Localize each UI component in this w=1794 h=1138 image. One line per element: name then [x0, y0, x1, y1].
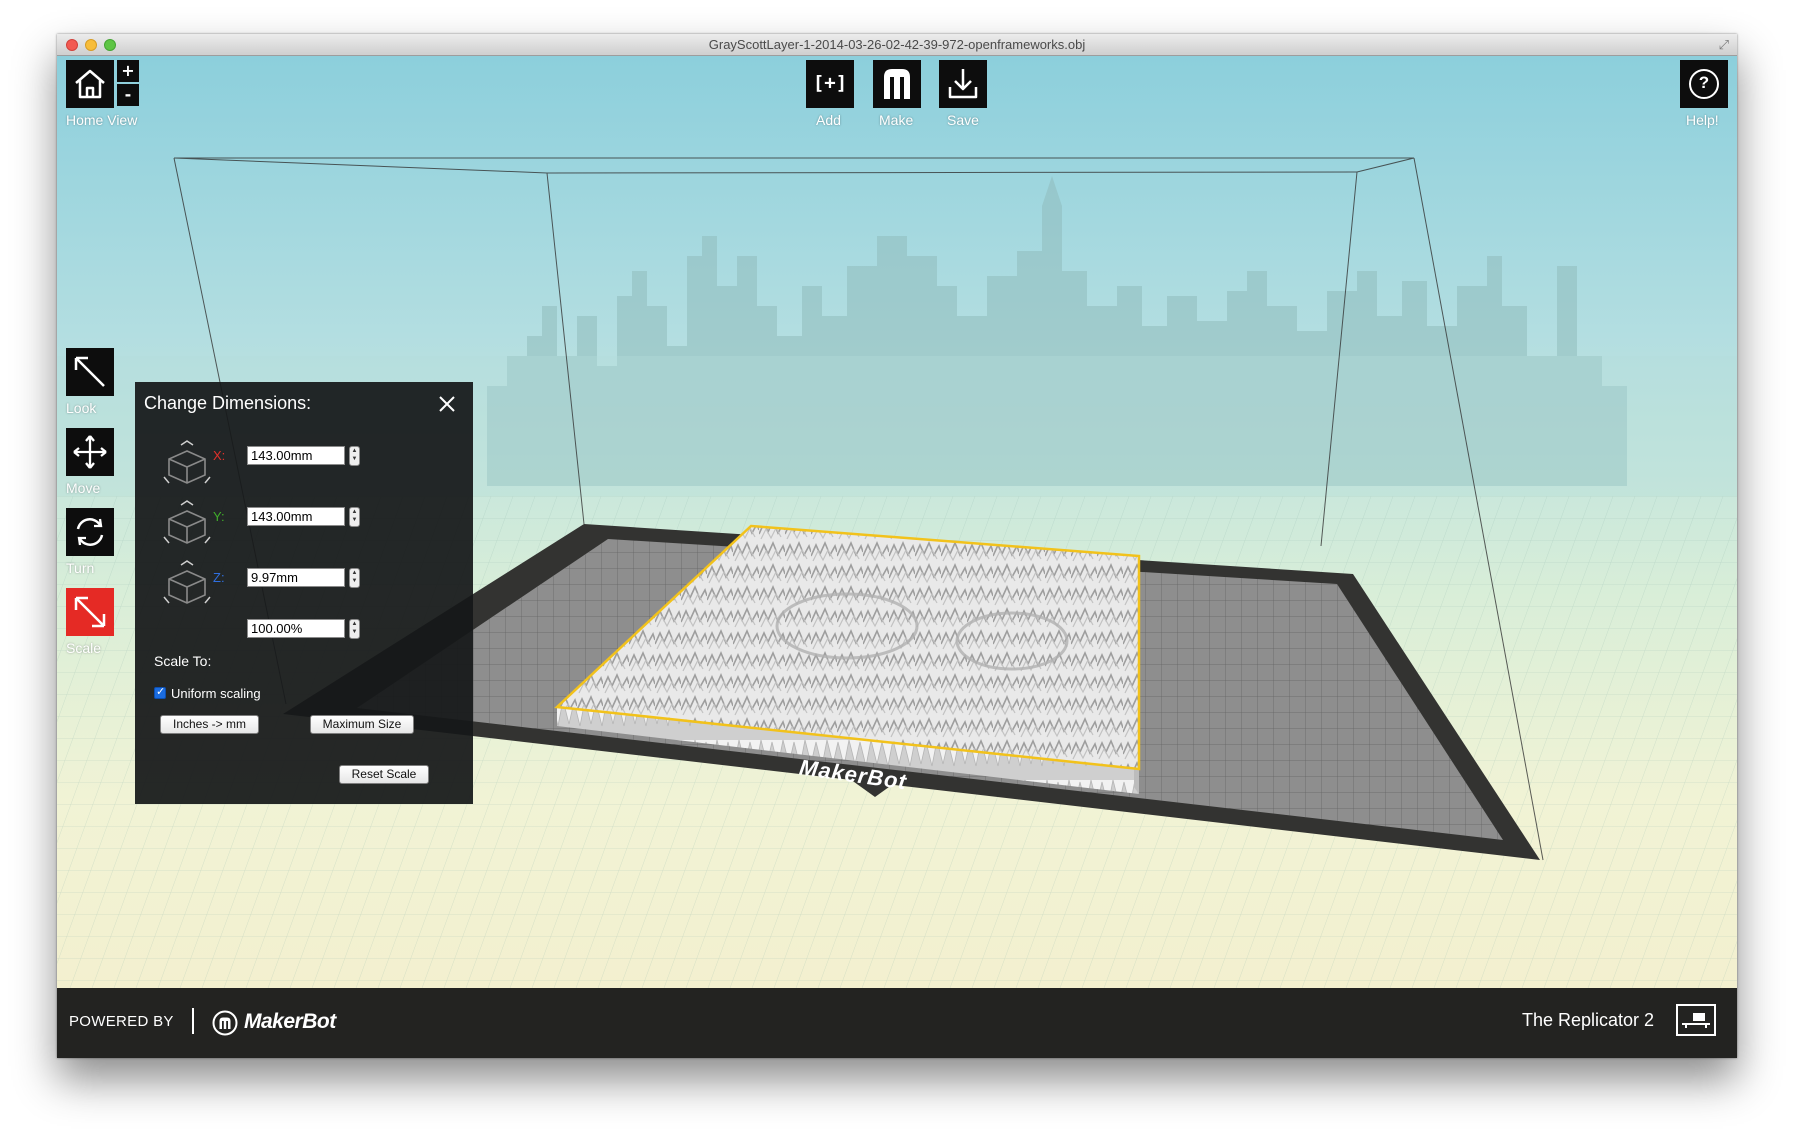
home-view-button[interactable]: [66, 60, 114, 108]
window-title: GrayScottLayer-1-2014-03-26-02-42-39-972…: [708, 37, 1086, 52]
uniform-scaling-label: Uniform scaling: [171, 686, 261, 701]
move-tool-button[interactable]: [66, 428, 114, 476]
look-arrow-icon: [74, 356, 105, 387]
add-icon: [+]: [812, 72, 848, 94]
add-button[interactable]: [+]: [806, 60, 854, 108]
x-dimension-cube-icon: [163, 440, 211, 484]
reset-scale-button[interactable]: Reset Scale: [339, 765, 429, 784]
scale-to-label: Scale To:: [154, 653, 212, 669]
move-cross-icon: [73, 435, 107, 469]
look-tool-label: Look: [66, 400, 97, 416]
home-icon: [75, 69, 105, 99]
help-button[interactable]: ?: [1680, 60, 1728, 108]
inches-to-mm-button[interactable]: Inches -> mm: [160, 715, 259, 734]
make-button[interactable]: [873, 60, 921, 108]
checkmark-icon: ✓: [156, 686, 166, 698]
turn-tool-button[interactable]: [66, 508, 114, 556]
x-dimension-input[interactable]: 143.00mm: [247, 446, 345, 465]
printer-icon[interactable]: [1676, 1004, 1716, 1036]
z-dimension-input[interactable]: 9.97mm: [247, 568, 345, 587]
make-label: Make: [879, 112, 914, 128]
help-label: Help!: [1686, 112, 1719, 128]
home-view-label: Home View: [66, 112, 138, 128]
panel-title: Change Dimensions:: [144, 393, 312, 413]
z-dimension-stepper[interactable]: ▲ ▼: [349, 568, 360, 588]
uniform-scaling-checkbox[interactable]: ✓: [154, 686, 166, 699]
x-axis-label: X:: [213, 448, 226, 463]
move-tool-label: Move: [66, 480, 101, 496]
scale-to-input[interactable]: 100.00%: [247, 619, 345, 638]
makerbot-m-icon: [884, 69, 910, 99]
scale-tool-label: Scale: [66, 640, 102, 656]
add-label: Add: [816, 112, 841, 128]
3d-viewport[interactable]: MakerBot + - Home View [+] Add Make Save: [57, 56, 1737, 988]
help-glyph: ?: [1698, 73, 1710, 92]
scale-tool-button[interactable]: [66, 588, 114, 636]
z-axis-label: Z:: [213, 570, 225, 585]
y-dimension-input[interactable]: 143.00mm: [247, 507, 345, 526]
footer-divider: [192, 1008, 194, 1034]
footer-bar: POWERED BY MakerBot The Replicator 2: [57, 988, 1737, 1058]
printer-name: The Replicator 2: [1522, 1010, 1655, 1030]
change-dimensions-panel: Change Dimensions: X: 143.00mm ▲ ▼ Y: 143…: [135, 382, 473, 804]
maximum-size-button[interactable]: Maximum Size: [310, 715, 414, 734]
makerbot-logo-icon: [212, 1010, 238, 1036]
y-dimension-cube-icon: [163, 500, 211, 544]
rotate-icon: [76, 518, 104, 546]
look-tool-button[interactable]: [66, 348, 114, 396]
scale-to-stepper[interactable]: ▲ ▼: [349, 619, 360, 639]
turn-tool-label: Turn: [66, 560, 95, 576]
app-window: GrayScottLayer-1-2014-03-26-02-42-39-972…: [57, 34, 1737, 1058]
fullscreen-icon[interactable]: ⤢: [1719, 37, 1729, 53]
x-dimension-stepper[interactable]: ▲ ▼: [349, 446, 360, 466]
save-button[interactable]: [939, 60, 987, 108]
scale-arrow-icon: [74, 596, 106, 628]
zoom-in-button[interactable]: +: [117, 60, 139, 82]
download-icon: [948, 69, 978, 99]
z-dimension-cube-icon: [163, 560, 211, 604]
powered-by-text: POWERED BY: [69, 1013, 174, 1030]
title-bar: GrayScottLayer-1-2014-03-26-02-42-39-972…: [57, 34, 1737, 56]
y-dimension-stepper[interactable]: ▲ ▼: [349, 507, 360, 527]
makerbot-wordmark: MakerBot: [244, 1010, 336, 1033]
close-icon[interactable]: [435, 392, 459, 416]
y-axis-label: Y:: [213, 509, 225, 524]
zoom-out-button[interactable]: -: [117, 84, 139, 106]
save-label: Save: [947, 112, 979, 128]
